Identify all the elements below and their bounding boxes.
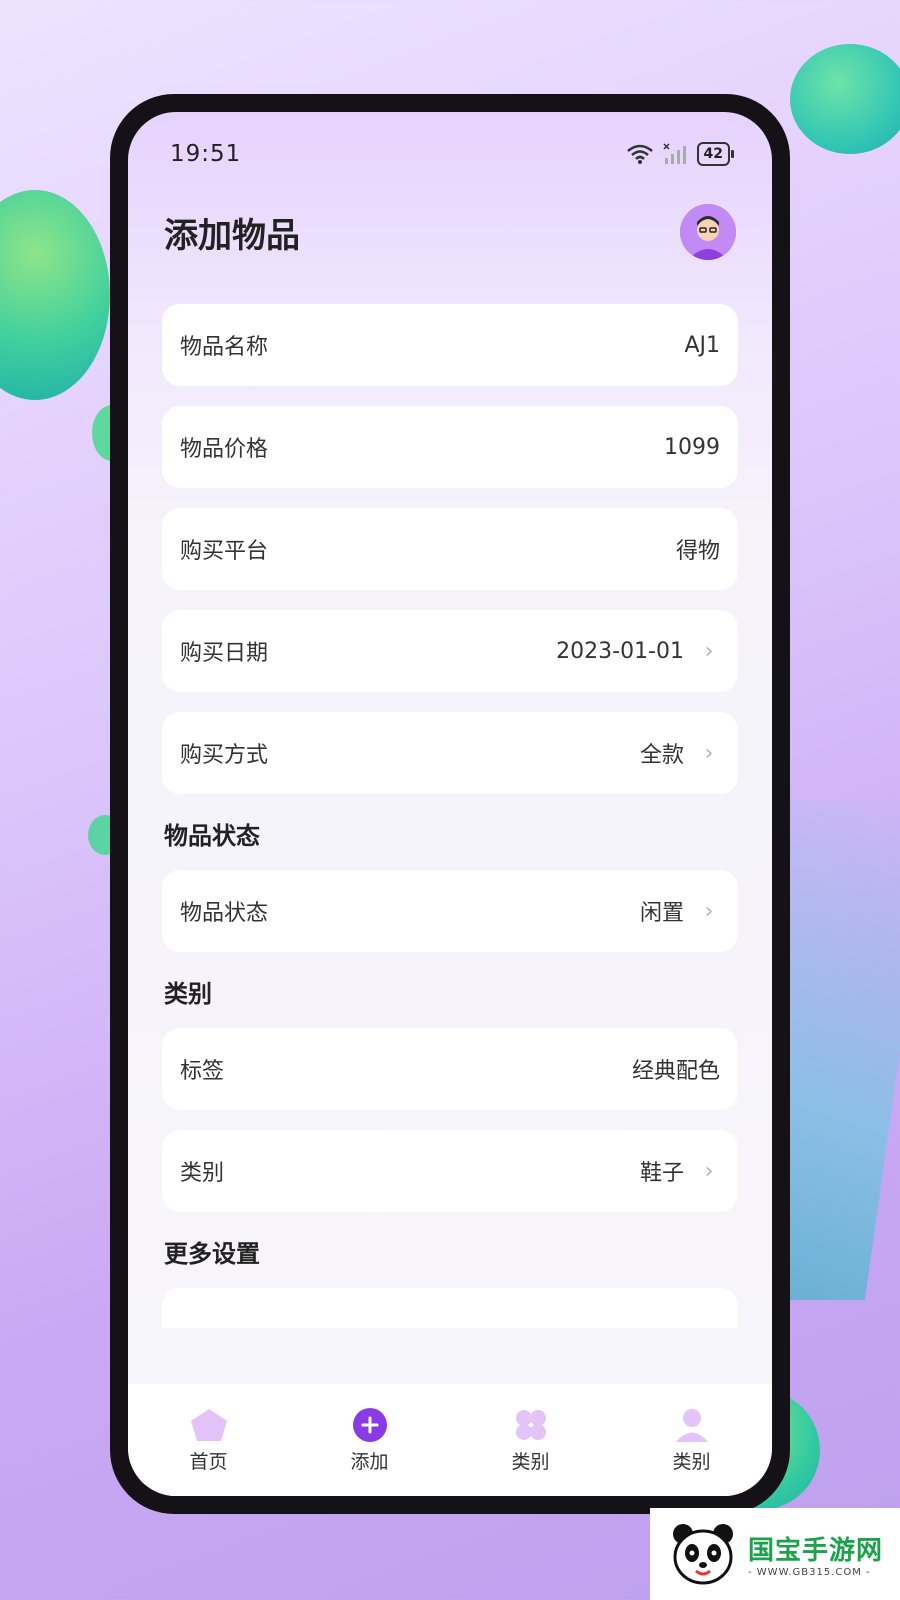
row-value: 得物 bbox=[675, 539, 720, 564]
tab-label: 首页 bbox=[189, 1450, 228, 1473]
row-value: 鞋子 bbox=[639, 1161, 684, 1186]
form-row-item-status[interactable]: 物品状态 闲置 › bbox=[162, 870, 738, 952]
chevron-right-icon: › bbox=[704, 898, 714, 924]
row-value: 全款 bbox=[639, 743, 684, 768]
form-row-payment-method[interactable]: 购买方式 全款 › bbox=[162, 712, 738, 794]
row-value: 经典配色 bbox=[631, 1059, 720, 1084]
tab-label: 类别 bbox=[672, 1450, 711, 1473]
form-row-item-price[interactable]: 物品价格 1099 bbox=[162, 406, 738, 488]
row-label: 物品状态 bbox=[180, 901, 269, 926]
row-label: 购买方式 bbox=[180, 743, 269, 768]
row-value: 1099 bbox=[664, 434, 720, 460]
section-title-more: 更多设置 bbox=[164, 1240, 260, 1268]
tab-profile[interactable]: 类别 bbox=[632, 1407, 752, 1474]
phone-screen: 19:51 42 添加物品 物品名称 AJ1 物品价格 1099 购买平台 得物… bbox=[128, 112, 772, 1496]
page-title: 添加物品 bbox=[164, 215, 300, 256]
row-label: 物品名称 bbox=[180, 335, 269, 360]
signal-icon bbox=[662, 143, 686, 164]
chevron-right-icon: › bbox=[704, 740, 714, 766]
form-content: 物品名称 AJ1 物品价格 1099 购买平台 得物 购买日期 2023-01-… bbox=[162, 304, 738, 1328]
row-label: 标签 bbox=[180, 1059, 225, 1084]
avatar[interactable] bbox=[680, 204, 736, 260]
row-label: 物品价格 bbox=[180, 437, 269, 462]
watermark-url: - WWW.GB315.COM - bbox=[748, 1567, 871, 1578]
chevron-right-icon: › bbox=[704, 1158, 714, 1184]
form-row-item-name[interactable]: 物品名称 AJ1 bbox=[162, 304, 738, 386]
page-header: 添加物品 bbox=[164, 202, 736, 262]
person-icon bbox=[675, 1408, 708, 1442]
plus-circle-icon bbox=[352, 1407, 387, 1442]
battery-indicator: 42 bbox=[696, 142, 735, 166]
row-value: 2023-01-01 bbox=[556, 638, 684, 664]
section-title-status: 物品状态 bbox=[164, 822, 260, 850]
status-bar: 19:51 42 bbox=[170, 134, 735, 174]
panda-icon bbox=[673, 1524, 733, 1585]
wifi-icon bbox=[626, 144, 653, 164]
form-row-category[interactable]: 类别 鞋子 › bbox=[162, 1130, 738, 1212]
status-icons: 42 bbox=[625, 142, 735, 166]
section-title-category: 类别 bbox=[164, 980, 212, 1008]
row-label: 购买平台 bbox=[180, 539, 269, 564]
status-time: 19:51 bbox=[170, 141, 242, 167]
form-row-platform[interactable]: 购买平台 得物 bbox=[162, 508, 738, 590]
tab-home[interactable]: 首页 bbox=[149, 1407, 269, 1474]
row-label: 类别 bbox=[180, 1161, 225, 1186]
row-value: AJ1 bbox=[684, 332, 720, 358]
phone-frame: 19:51 42 添加物品 物品名称 AJ1 物品价格 1099 购买平台 得物… bbox=[110, 94, 790, 1514]
watermark-title: 国宝手游网 bbox=[748, 1536, 884, 1566]
row-value: 闲置 bbox=[639, 901, 684, 926]
home-pentagon-icon bbox=[190, 1408, 227, 1441]
bottom-tab-bar: 首页 添加 类别 类别 bbox=[128, 1384, 772, 1496]
form-row-tag[interactable]: 标签 经典配色 bbox=[162, 1028, 738, 1110]
row-label: 购买日期 bbox=[180, 641, 269, 666]
tab-category[interactable]: 类别 bbox=[471, 1407, 591, 1474]
decor-blob bbox=[0, 190, 110, 400]
grid-petals-icon bbox=[515, 1409, 546, 1440]
tab-label: 类别 bbox=[511, 1450, 550, 1473]
chevron-right-icon: › bbox=[704, 638, 714, 664]
decor-blob bbox=[790, 44, 900, 154]
tab-add[interactable]: 添加 bbox=[310, 1407, 430, 1474]
form-row-purchase-date[interactable]: 购买日期 2023-01-01 › bbox=[162, 610, 738, 692]
form-row-partial[interactable] bbox=[162, 1288, 738, 1328]
tab-label: 添加 bbox=[350, 1450, 389, 1473]
watermark-logo: 国宝手游网 - WWW.GB315.COM - bbox=[650, 1508, 900, 1600]
